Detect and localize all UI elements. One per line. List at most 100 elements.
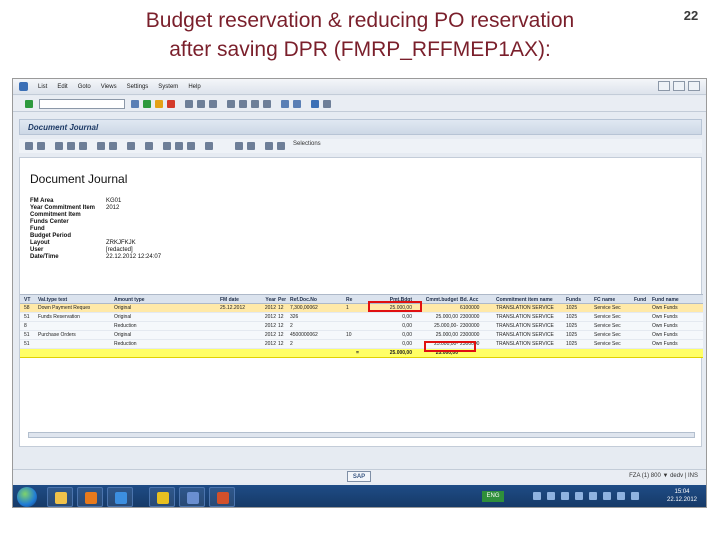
taskbar-outlook[interactable] (77, 487, 103, 507)
info-icon[interactable] (247, 142, 255, 150)
sum-icon[interactable] (97, 142, 105, 150)
table-cell: 326 (290, 314, 299, 320)
totals-row[interactable]: = 25.000,00 25.000,00 (20, 349, 703, 358)
menu-edit[interactable]: Edit (57, 84, 67, 90)
previous-page-icon[interactable] (239, 100, 247, 108)
exit-icon[interactable] (155, 100, 163, 108)
subtotal-icon[interactable] (109, 142, 117, 150)
find-next-icon[interactable] (209, 100, 217, 108)
powerpoint-icon (217, 492, 229, 504)
tray-icon[interactable] (547, 492, 555, 500)
column-header[interactable]: Val.type text (38, 297, 90, 304)
minimize-icon[interactable] (658, 81, 670, 91)
column-header[interactable]: FM date (220, 297, 258, 304)
sort-descending-icon[interactable] (67, 142, 75, 150)
column-header[interactable]: VT (24, 297, 36, 304)
menu-help[interactable]: Help (188, 84, 200, 90)
report-area: Document Journal FM Area KG01 Year Commitm… (19, 157, 703, 447)
tray-icon[interactable] (533, 492, 541, 500)
table-cell: Reduction (114, 341, 137, 347)
table-row[interactable]: 51 Funds Reservation Original 2012 12 326 0,00… (20, 313, 703, 322)
layout-save-icon[interactable] (187, 142, 195, 150)
column-header[interactable]: FC name (594, 297, 630, 304)
taskbar-save[interactable] (179, 487, 205, 507)
horizontal-scrollbar[interactable] (28, 432, 695, 438)
column-header[interactable]: Ref.Doc.No (290, 297, 334, 304)
column-header[interactable]: Commitment item name (496, 297, 558, 304)
column-header[interactable]: Per (278, 297, 288, 304)
language-indicator[interactable]: ENG (482, 491, 504, 502)
filter-icon[interactable] (79, 142, 87, 150)
table-row[interactable]: 51 Purchase Orders Original 2012 12 450000006… (20, 331, 703, 340)
taskbar-explorer[interactable] (47, 487, 73, 507)
enter-icon[interactable] (25, 100, 33, 108)
details-icon[interactable] (25, 142, 33, 150)
taskbar-ie[interactable] (107, 487, 133, 507)
sort-ascending-icon[interactable] (55, 142, 63, 150)
column-header[interactable]: Bd. Acc (460, 297, 494, 304)
tray-icon[interactable] (561, 492, 569, 500)
tray-icon[interactable] (589, 492, 597, 500)
print-preview-icon[interactable] (127, 142, 135, 150)
table-cell: 25.12.2012 (220, 305, 246, 311)
start-button[interactable] (17, 487, 37, 507)
menu-goto[interactable]: Goto (78, 84, 91, 90)
command-field[interactable] (39, 99, 125, 109)
table-cell: 51 (24, 314, 30, 320)
column-header[interactable]: Funds (566, 297, 592, 304)
taskbar-powerpoint[interactable] (209, 487, 235, 507)
header-field: Funds Center (30, 219, 161, 226)
report-header-fields: FM Area KG01 Year Commitment Item 2012 Commi… (30, 198, 161, 261)
menu-system[interactable]: System (158, 84, 178, 90)
column-header[interactable]: Fund (634, 297, 650, 304)
sap-menu-icon[interactable] (19, 82, 28, 91)
last-page-icon[interactable] (263, 100, 271, 108)
volume-icon[interactable] (617, 492, 625, 500)
selections-icon[interactable] (277, 142, 285, 150)
cancel-icon[interactable] (167, 100, 175, 108)
layout-icon[interactable] (323, 100, 331, 108)
grid-icon[interactable] (235, 142, 243, 150)
layout-select-icon[interactable] (175, 142, 183, 150)
first-page-icon[interactable] (227, 100, 235, 108)
column-header[interactable]: Re (346, 297, 356, 304)
find-icon[interactable] (197, 100, 205, 108)
table-cell: 12 (278, 305, 284, 311)
close-icon[interactable] (688, 81, 700, 91)
taskbar-sap-logon[interactable] (149, 487, 175, 507)
table-cell: 8 (24, 323, 27, 329)
taskbar-clock[interactable]: 15:04 22.12.2012 (666, 488, 698, 504)
network-icon[interactable] (603, 492, 611, 500)
table-row[interactable]: 8 Reduction 2012 12 2 0,00 25.000,00- 2300000 TR… (20, 322, 703, 331)
table-row[interactable]: 51 Reduction 2012 12 2 0,00 25.000,00- 2300000 T… (20, 340, 703, 349)
table-cell: 1 (346, 305, 349, 311)
next-page-icon[interactable] (251, 100, 259, 108)
menu-settings[interactable]: Settings (127, 84, 149, 90)
windows-taskbar: ENG 15:04 22.12.2012 (13, 485, 706, 507)
flag-icon[interactable] (631, 492, 639, 500)
table-row[interactable]: 58 Down Payment Request Original 25.12.2012… (20, 304, 703, 313)
display-icon[interactable] (265, 142, 273, 150)
slide-title-line2: after saving DPR (FMRP_RFFMEP1AX): (169, 38, 551, 61)
tray-icon[interactable] (575, 492, 583, 500)
selections-button[interactable]: Selections (293, 141, 321, 147)
menu-views[interactable]: Views (101, 84, 117, 90)
system-status[interactable]: FZA (1) 800 ▼ dedv | INS (629, 473, 698, 479)
column-header[interactable]: Year (260, 297, 276, 304)
maximize-icon[interactable] (673, 81, 685, 91)
new-session-icon[interactable] (281, 100, 289, 108)
select-icon[interactable] (37, 142, 45, 150)
back-icon[interactable] (143, 100, 151, 108)
column-header[interactable]: Fund name (652, 297, 698, 304)
save-icon[interactable] (131, 100, 139, 108)
table-cell: 0,00 (402, 332, 412, 338)
export-icon[interactable] (145, 142, 153, 150)
table-cell: 12 (278, 341, 284, 347)
graphic-icon[interactable] (205, 142, 213, 150)
column-header[interactable]: Amount type (114, 297, 174, 304)
shortcut-icon[interactable] (293, 100, 301, 108)
menu-list[interactable]: List (38, 84, 47, 90)
layout-change-icon[interactable] (163, 142, 171, 150)
print-icon[interactable] (185, 100, 193, 108)
help-icon[interactable] (311, 100, 319, 108)
